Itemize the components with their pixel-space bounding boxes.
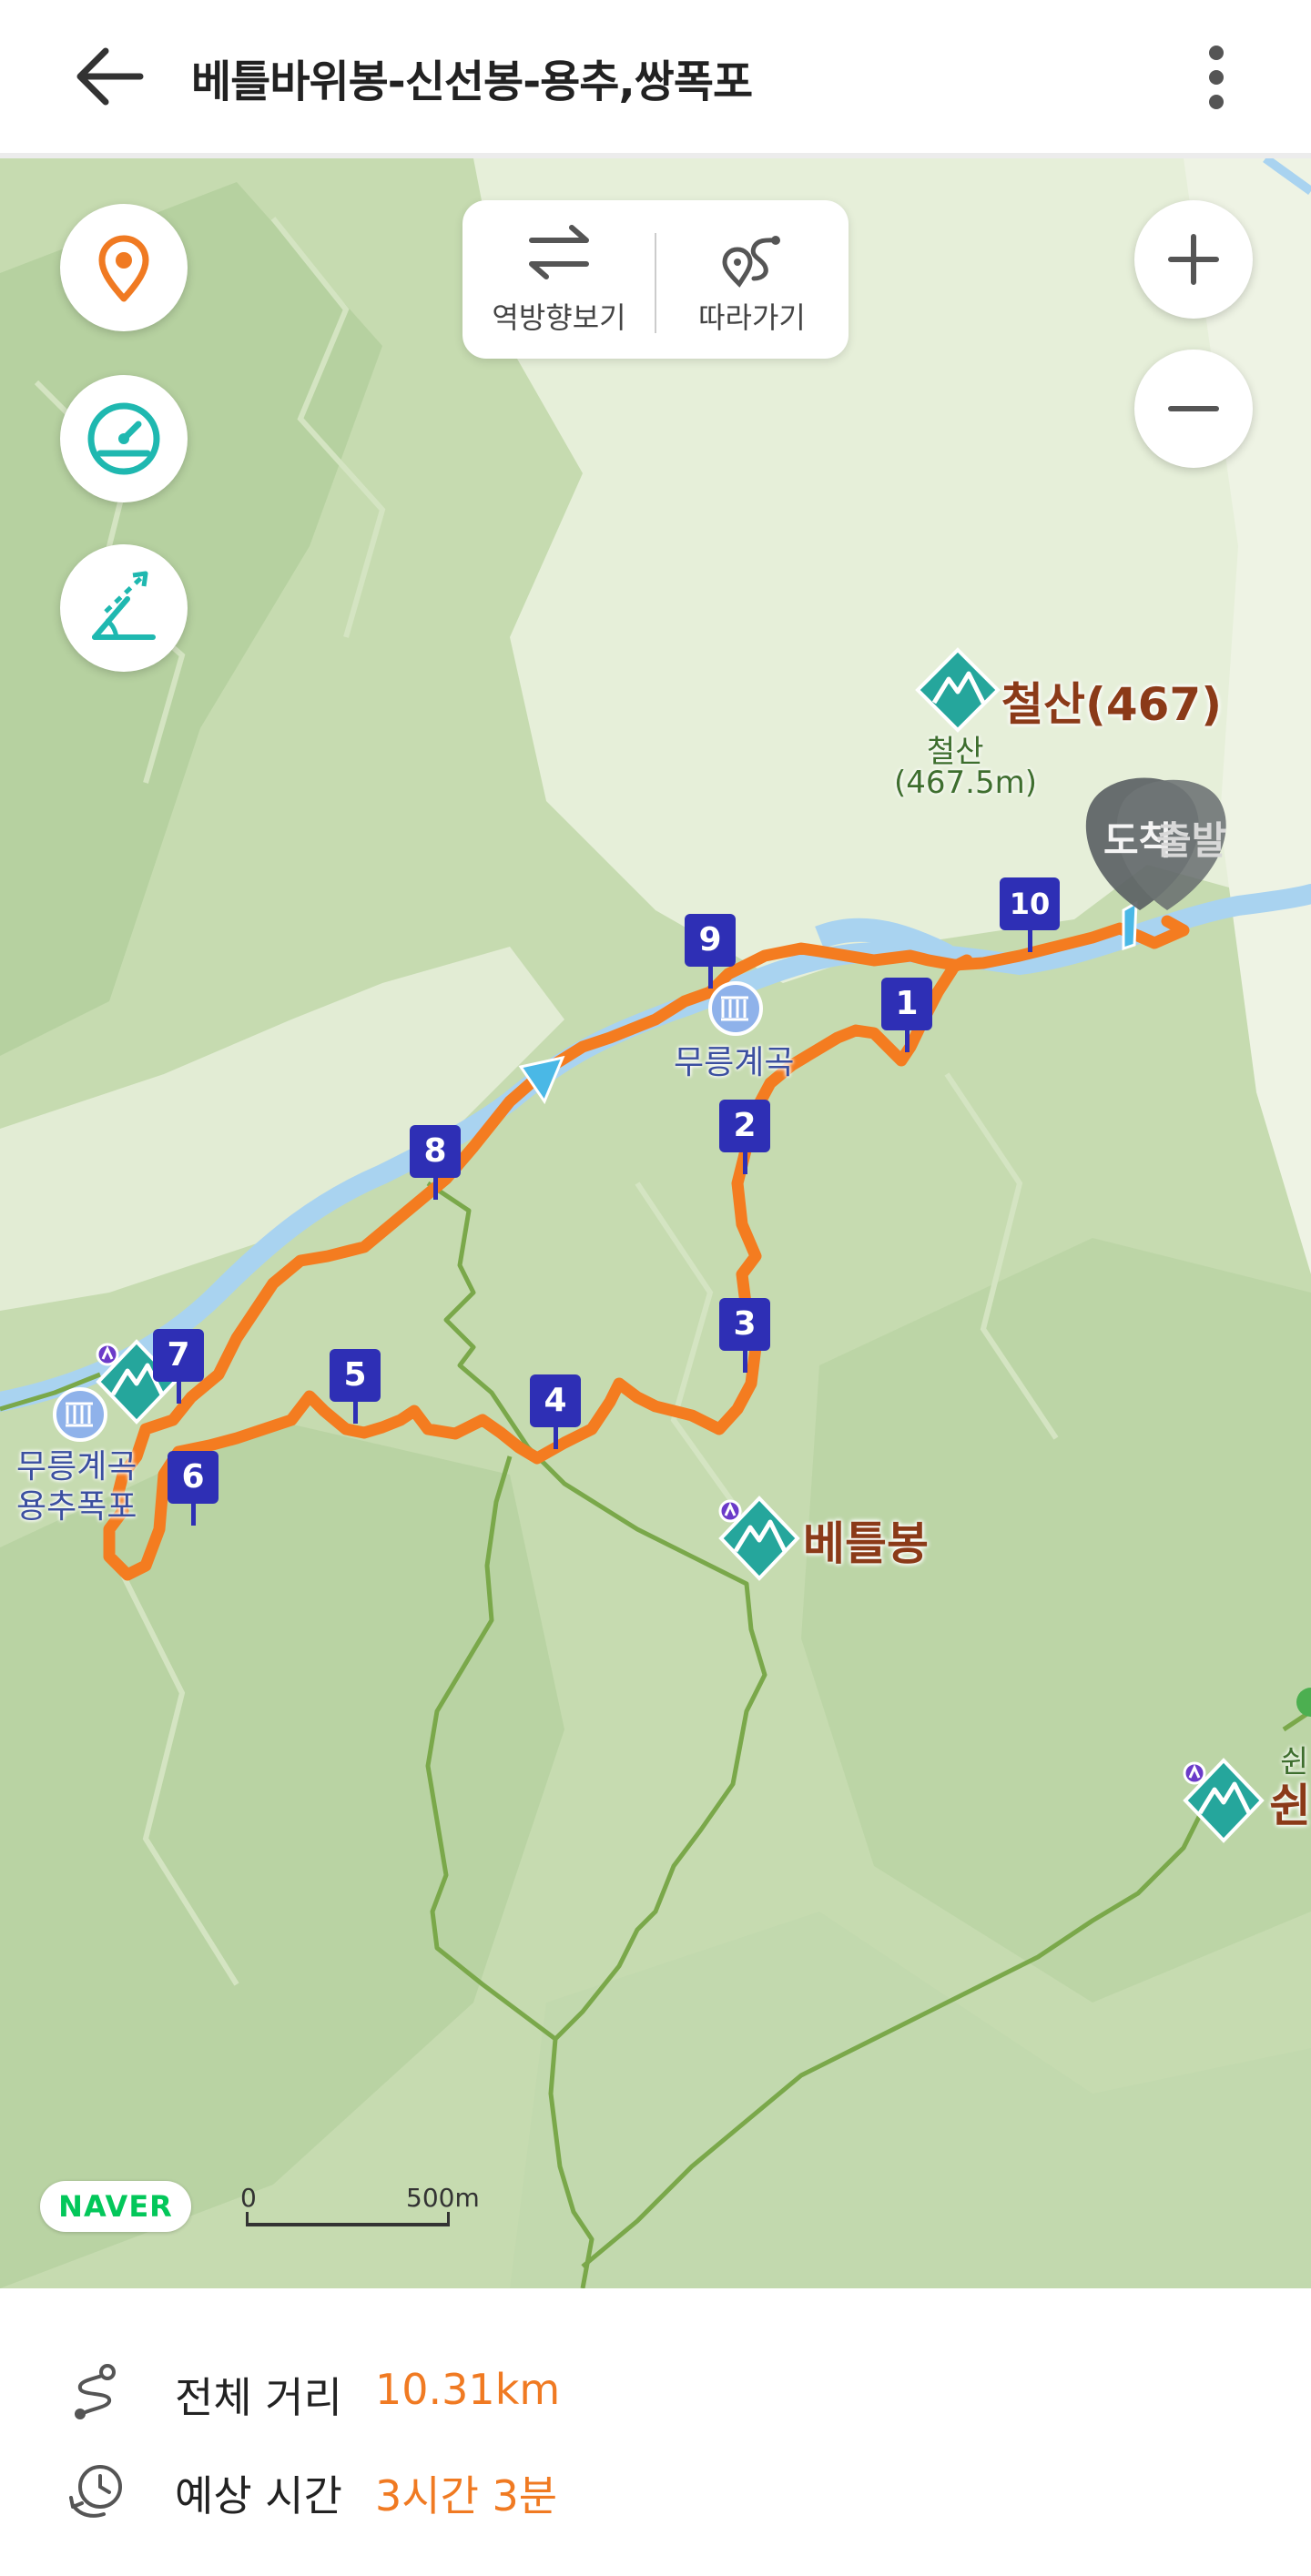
waypoint-number: 2 [719,1100,770,1152]
distance-value: 10.31km [375,2365,561,2414]
waypoint-marker[interactable]: 10 [1000,877,1060,954]
label-betteulbong: 베틀봉 [803,1517,929,1570]
slope-icon [92,571,156,640]
waypoint-number: 1 [881,978,932,1030]
zoom-in-button[interactable] [1134,200,1253,319]
app-header: 베틀바위봉-신선봉-용추,쌍폭포 [0,0,1311,158]
route-summary-panel: 전체 거리 10.31km 예상 시간 3시간 3분 [0,2288,1311,2576]
more-button[interactable] [1184,36,1249,118]
waypoint-marker[interactable]: 7 [153,1329,204,1405]
my-location-button[interactable] [60,204,188,331]
slope-button[interactable] [60,544,188,672]
waypoint-marker[interactable]: 6 [168,1451,218,1527]
label-partial-peak: 쉰 [1269,1780,1311,1832]
waypoint-marker[interactable]: 4 [530,1374,581,1451]
waypoint-marker[interactable]: 2 [719,1100,770,1176]
follow-route-label: 따라가기 [698,300,806,335]
label-mureung-yongchu-2: 용추폭포 [16,1488,137,1526]
waypoint-marker[interactable]: 3 [719,1298,770,1374]
waypoint-marker[interactable]: 5 [330,1349,381,1425]
waypoint-number: 7 [153,1329,204,1382]
label-mureung-yongchu-1: 무릉계곡 [16,1448,137,1486]
waypoint-marker[interactable]: 8 [410,1125,461,1202]
waypoint-number: 5 [330,1349,381,1402]
route-distance-icon [75,2364,116,2419]
speedometer-icon [87,402,160,475]
waypoint-number: 8 [410,1125,461,1178]
clock-icon [69,2465,122,2518]
map-scale-bar: 0 500m [240,2183,480,2237]
follow-route-icon [722,236,780,288]
naver-logo: NAVER [40,2181,191,2232]
waypoint-number: 4 [530,1374,581,1427]
speed-button[interactable] [60,375,188,502]
follow-route-button[interactable]: 따라가기 [656,200,849,359]
waypoint-marker[interactable]: 9 [685,914,736,990]
back-arrow-icon [76,47,144,106]
waypoint-number: 10 [1000,877,1060,930]
label-cheolsan-elevation: (467.5m) [894,765,1037,801]
zoom-out-button[interactable] [1134,350,1253,468]
more-vertical-icon [1209,46,1224,109]
reverse-direction-label: 역방향보기 [492,300,626,335]
label-departure: 출발 [1156,818,1227,863]
waypoint-number: 9 [685,914,736,967]
label-mureung-valley: 무릉계곡 [674,1044,795,1081]
waypoint-marker[interactable]: 1 [881,978,932,1054]
map-canvas [0,158,1311,2288]
reverse-direction-button[interactable]: 역방향보기 [462,200,656,359]
swap-direction-icon [529,225,589,279]
waypoint-number: 3 [719,1298,770,1351]
zoom-in-icon [1168,234,1219,285]
time-value: 3시간 3분 [375,2471,558,2520]
distance-label: 전체 거리 [175,2373,342,2422]
label-cheolsan: 철산(467) [1001,678,1223,731]
map-view[interactable]: 철산(467) 철산 (467.5m) 도착 출발 무릉계곡 무릉계곡 용추폭포… [0,158,1311,2288]
route-action-bar: 역방향보기 따라가기 [462,200,849,359]
page-title: 베틀바위봉-신선봉-용추,쌍폭포 [191,56,753,107]
time-label: 예상 시간 [175,2471,342,2520]
waypoint-number: 6 [168,1451,218,1504]
scale-start-label: 0 [240,2183,257,2213]
back-button[interactable] [66,40,153,113]
scale-end-label: 500m [406,2183,480,2213]
zoom-out-icon [1168,406,1219,411]
location-pin-icon [98,235,149,302]
